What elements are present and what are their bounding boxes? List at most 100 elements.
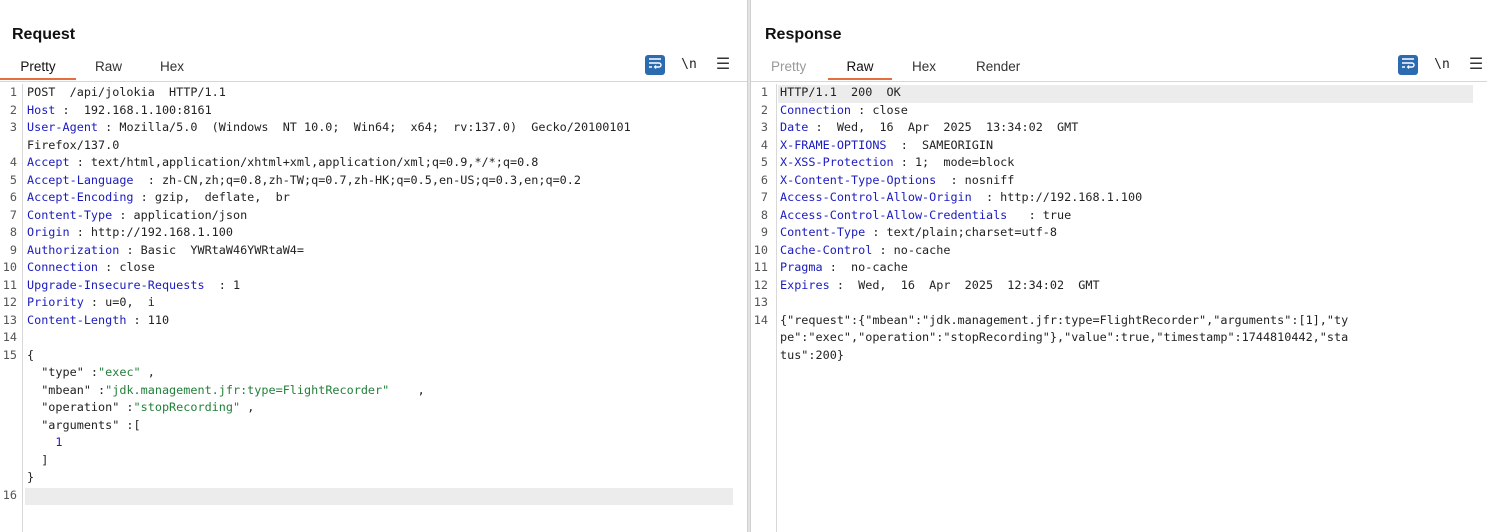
text-segment: : http://192.168.1.100 xyxy=(971,190,1143,204)
tab-hex[interactable]: Hex xyxy=(912,57,936,80)
request-tabs: Pretty Raw Hex xyxy=(0,57,747,82)
header-name: Priority xyxy=(27,295,84,309)
menu-icon[interactable]: ☰ xyxy=(1466,55,1486,75)
code-line: "operation" :"stopRecording" , xyxy=(25,400,733,418)
tab-hex[interactable]: Hex xyxy=(160,57,184,80)
text-segment: "type" : xyxy=(27,365,99,379)
text-segment: "operation" : xyxy=(27,400,134,414)
code-line: 12 Expires : Wed, 16 Apr 2025 12:34:02 GM… xyxy=(754,278,1473,296)
line-content: Access-Control-Allow-Origin : http://192… xyxy=(780,190,1142,204)
code-line: 8 Access-Control-Allow-Credentials : true xyxy=(761,208,1473,226)
text-segment: : 1 xyxy=(204,277,241,292)
line-content: Cache-Control : no-cache xyxy=(780,243,950,257)
code-line: 7 Access-Control-Allow-Origin : http://19… xyxy=(761,190,1473,208)
response-pane: Response Pretty Raw Hex Render \n ☰ 1 HTT… xyxy=(751,0,1487,532)
line-number: 9 xyxy=(9,242,17,257)
menu-icon[interactable]: ☰ xyxy=(713,55,733,75)
tab-render[interactable]: Render xyxy=(976,57,1020,80)
json-number: 1 xyxy=(55,435,63,449)
json-string: "stopRecording" xyxy=(133,400,241,414)
text-segment: : no-cache xyxy=(872,242,951,257)
code-line: tus":200} xyxy=(778,348,1473,366)
newline-toggle-button[interactable]: \n xyxy=(1432,55,1452,75)
text-segment: Firefox/137.0 xyxy=(27,137,120,152)
text-segment: : u=0, i xyxy=(83,295,155,309)
text-segment: { xyxy=(27,347,35,362)
header-name: Accept xyxy=(27,155,70,169)
code-line: 5 Accept-Language : zh-CN,zh;q=0.8,zh-TW;… xyxy=(10,172,733,191)
text-segment: : close xyxy=(98,260,155,274)
code-line: 16 xyxy=(3,487,733,505)
line-content: "mbean" :"jdk.management.jfr:type=Flight… xyxy=(27,383,425,397)
text-segment: : Mozilla/5.0 (Windows NT 10.0; Win64; x… xyxy=(98,120,631,134)
line-content: pe":"exec","operation":"stopRecording"},… xyxy=(780,330,1348,344)
code-line: 8 Origin : http://192.168.1.100 xyxy=(10,225,733,243)
text-segment: : close xyxy=(851,102,908,117)
response-editor[interactable]: 1 HTTP/1.1 200 OK 2 Connection : close 3 Date… xyxy=(751,84,1487,532)
code-line: 1 xyxy=(25,435,733,453)
text-segment: : 192.168.1.100:8161 xyxy=(55,102,212,117)
code-line: 13 Content-Length : 110 xyxy=(3,313,733,331)
line-number: 2 xyxy=(760,102,768,117)
line-number: 11 xyxy=(753,260,768,274)
response-tabs: Pretty Raw Hex Render xyxy=(751,57,1487,82)
line-content: Content-Type : application/json xyxy=(27,208,247,222)
line-content: Pragma : no-cache xyxy=(780,260,908,274)
request-editor[interactable]: 1 POST /api/jolokia HTTP/1.1 2 Host : 192.1… xyxy=(0,84,747,532)
tab-pretty[interactable]: Pretty xyxy=(0,57,76,80)
header-name: X-Content-Type-Options xyxy=(780,172,937,187)
text-segment: , xyxy=(140,365,155,379)
code-line: 13 xyxy=(754,295,1473,313)
line-number: 13 xyxy=(2,312,17,327)
tab-raw[interactable]: Raw xyxy=(828,57,892,80)
line-content: Connection : close xyxy=(780,103,908,117)
line-number: 4 xyxy=(760,137,768,152)
code-line: 9 Content-Type : text/plain;charset=utf-8 xyxy=(761,225,1473,243)
code-line: 10 Cache-Control : no-cache xyxy=(754,243,1473,261)
line-number: 11 xyxy=(2,277,17,292)
header-name: Connection xyxy=(780,102,852,117)
line-content: User-Agent : Mozilla/5.0 (Windows NT 10.… xyxy=(27,120,631,134)
header-name: Origin xyxy=(27,225,70,239)
line-content: } xyxy=(27,470,34,484)
text-segment: : Wed, 16 Apr 2025 13:34:02 GMT xyxy=(808,120,1079,134)
text-segment: pe":"exec","operation":"stopRecording"},… xyxy=(780,330,1349,344)
line-content: Connection : close xyxy=(27,260,155,274)
code-line: 11 Pragma : no-cache xyxy=(754,260,1473,278)
text-segment: , xyxy=(389,382,425,397)
code-line: 14 {"request":{"mbean":"jdk.management.jf… xyxy=(754,313,1473,331)
tab-pretty[interactable]: Pretty xyxy=(771,57,806,80)
header-name: X-FRAME-OPTIONS xyxy=(780,137,887,152)
code-line: 3 User-Agent : Mozilla/5.0 (Windows NT 10… xyxy=(10,120,733,138)
line-number: 5 xyxy=(9,172,17,187)
line-number: 1 xyxy=(760,85,768,99)
header-name: Host xyxy=(27,102,56,117)
line-content: tus":200} xyxy=(780,348,844,362)
line-number: 7 xyxy=(760,190,768,204)
code-line: 6 X-Content-Type-Options : nosniff xyxy=(761,172,1473,191)
line-number: 12 xyxy=(753,277,768,292)
line-number: 4 xyxy=(9,155,17,169)
header-name: Accept-Language xyxy=(27,172,134,187)
tab-raw[interactable]: Raw xyxy=(95,57,122,80)
header-name: Access-Control-Allow-Origin xyxy=(780,190,972,204)
line-number: 14 xyxy=(2,330,17,344)
line-content: HTTP/1.1 200 OK xyxy=(780,85,901,99)
newline-toggle-button[interactable]: \n xyxy=(679,55,699,75)
text-segment: POST /api/jolokia HTTP/1.1 xyxy=(27,85,226,99)
line-content: Access-Control-Allow-Credentials : true xyxy=(780,208,1071,222)
code-line: 5 X-XSS-Protection : 1; mode=block xyxy=(761,155,1473,173)
wrap-lines-icon[interactable] xyxy=(1398,55,1418,75)
line-content: Authorization : Basic YWRtaW46YWRtaW4= xyxy=(27,243,304,257)
header-name: Content-Type xyxy=(27,207,113,222)
wrap-lines-icon[interactable] xyxy=(645,55,665,75)
line-number: 6 xyxy=(760,172,768,187)
code-line: 2 Host : 192.168.1.100:8161 xyxy=(10,102,733,121)
code-line: 6 Accept-Encoding : gzip, deflate, br xyxy=(10,190,733,208)
code-line: pe":"exec","operation":"stopRecording"},… xyxy=(778,330,1473,348)
text-segment: : application/json xyxy=(112,207,248,222)
code-line: "type" :"exec" , xyxy=(25,365,733,383)
response-title: Response xyxy=(765,26,842,43)
line-content: {"request":{"mbean":"jdk.management.jfr:… xyxy=(780,313,1348,327)
text-segment: : SAMEORIGIN xyxy=(886,137,994,152)
